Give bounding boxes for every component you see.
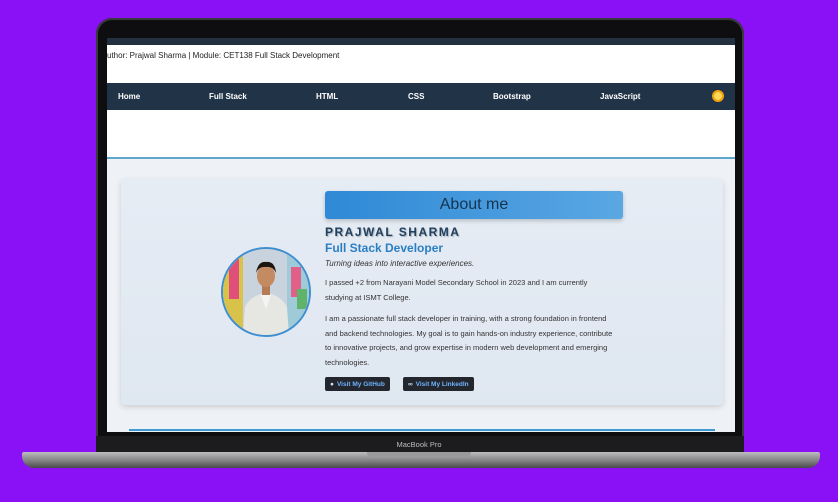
navbar: Home Full Stack HTML CSS Bootstrap JavaS… xyxy=(107,83,735,110)
nav-bootstrap[interactable]: Bootstrap xyxy=(493,92,531,101)
bio-paragraph: I am a passionate full stack developer i… xyxy=(325,314,613,367)
about-card: About me PRAJWAL SHARMA Full Stack Devel… xyxy=(121,179,723,405)
author-line: uthor: Prajwal Sharma | Module: CET138 F… xyxy=(107,51,340,60)
top-strip xyxy=(107,38,735,45)
nav-html[interactable]: HTML xyxy=(316,92,338,101)
github-button[interactable]: ● Visit My GitHub xyxy=(325,377,390,391)
profile-photo-image xyxy=(223,249,309,335)
laptop-notch xyxy=(367,452,471,458)
globe-icon: ● xyxy=(330,380,334,388)
next-section-border xyxy=(129,429,715,431)
browser-screen: uthor: Prajwal Sharma | Module: CET138 F… xyxy=(107,38,735,432)
device-label: MacBook Pro xyxy=(396,440,442,449)
nav-javascript[interactable]: JavaScript xyxy=(600,92,640,101)
profile-tagline: Turning ideas into interactive experienc… xyxy=(325,259,475,268)
sun-icon[interactable] xyxy=(712,90,724,102)
education-paragraph: I passed +2 from Narayani Model Secondar… xyxy=(325,278,588,302)
github-button-label: Visit My GitHub xyxy=(336,380,385,388)
nav-full-stack[interactable]: Full Stack xyxy=(209,92,247,101)
profile-name: PRAJWAL SHARMA xyxy=(325,225,461,239)
profile-photo xyxy=(221,247,311,337)
nav-home[interactable]: Home xyxy=(118,92,140,101)
link-icon: ∞ xyxy=(408,380,413,388)
linkedin-button-label: Visit My LinkedIn xyxy=(415,380,469,388)
linkedin-button[interactable]: ∞ Visit My LinkedIn xyxy=(403,377,474,391)
about-heading-bar: About me xyxy=(325,191,623,219)
profile-role: Full Stack Developer xyxy=(325,241,444,255)
about-title: About me xyxy=(439,196,509,213)
nav-css[interactable]: CSS xyxy=(408,92,424,101)
